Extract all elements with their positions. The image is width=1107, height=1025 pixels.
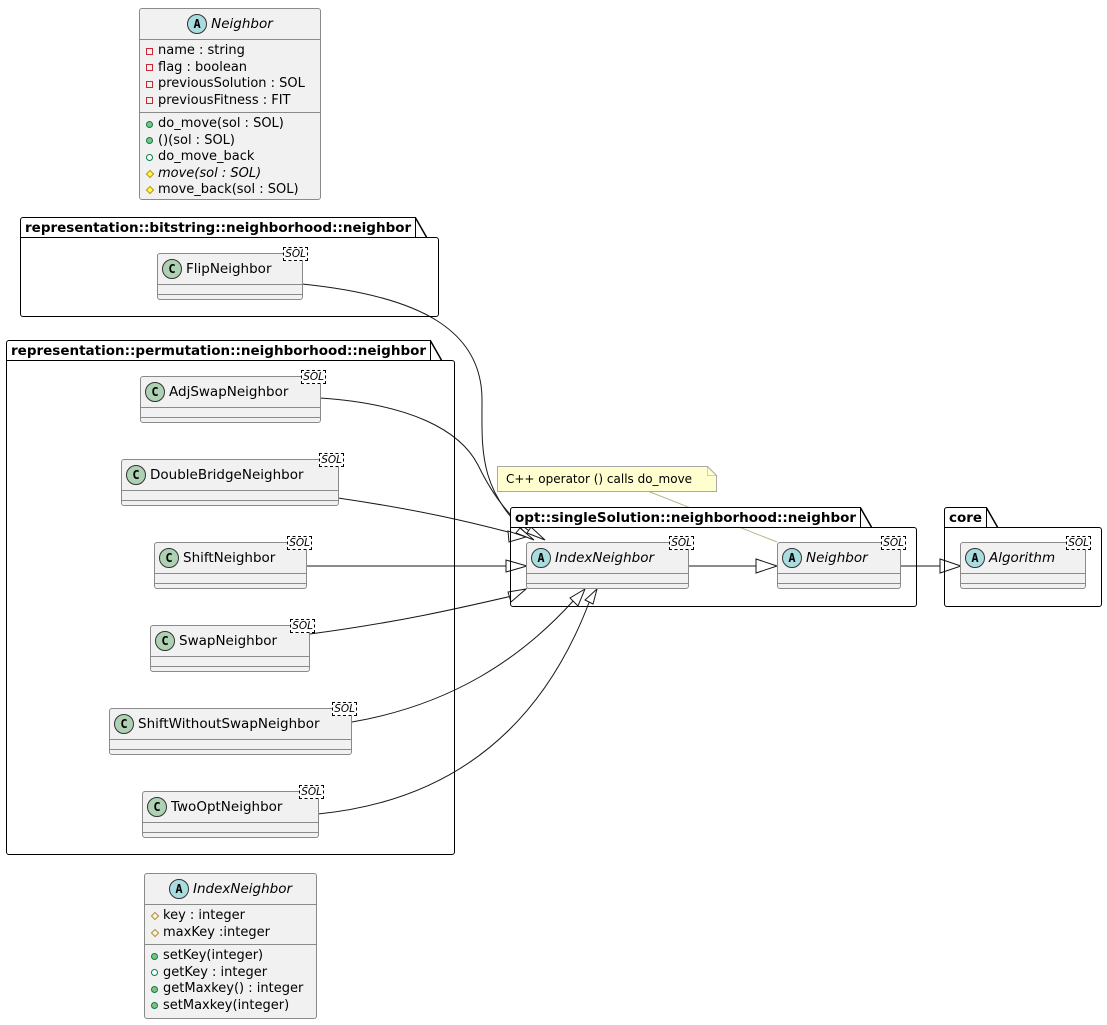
public-field-visibility-icon [151, 969, 158, 977]
class-badge-icon: C [145, 382, 165, 402]
private-visibility-icon [146, 97, 153, 105]
method: getMaxkey() : integer [151, 981, 316, 998]
template-parameter: SOL [299, 785, 324, 799]
abstract-badge-icon: A [187, 14, 208, 34]
abstract-badge-icon: A [965, 548, 985, 568]
public-visibility-icon [146, 137, 153, 145]
class-neighbor[interactable]: A Neighbor SOL [777, 536, 906, 589]
private-visibility-icon [146, 47, 153, 55]
template-parameter: SOL [332, 702, 357, 716]
class-badge-icon: C [155, 631, 175, 651]
public-visibility-icon [146, 120, 153, 128]
template-parameter: SOL [881, 536, 906, 550]
class-adjswap-neighbor[interactable]: C AdjSwapNeighbor SOL [140, 370, 326, 423]
method: setMaxkey(integer) [151, 998, 316, 1015]
legend-class-neighbor: A Neighbor name : string flag : boolean … [139, 8, 321, 200]
package-title: representation::bitstring::neighborhood:… [20, 217, 428, 238]
template-parameter: SOL [283, 247, 308, 261]
attribute: previousFitness : FIT [146, 93, 320, 110]
attribute: flag : boolean [146, 60, 320, 77]
class-name: AdjSwapNeighbor [169, 384, 289, 400]
method: do_move(sol : SOL) [146, 116, 320, 133]
class-twoopt-neighbor[interactable]: C TwoOptNeighbor SOL [142, 785, 324, 838]
template-parameter: SOL [290, 619, 315, 633]
class-doublebridge-neighbor[interactable]: C DoubleBridgeNeighbor SOL [121, 453, 344, 506]
class-name: ShiftWithoutSwapNeighbor [138, 716, 320, 732]
method: move(sol : SOL) [145, 166, 320, 183]
attribute: name : string [146, 43, 320, 60]
method: move_back(sol : SOL) [145, 182, 320, 199]
class-badge-icon: C [126, 465, 146, 485]
abstract-badge-icon: A [782, 548, 802, 568]
public-visibility-icon [151, 952, 158, 960]
legend-class-index-neighbor: A IndexNeighbor key : integer maxKey :in… [144, 873, 317, 1019]
note: C++ operator () calls do_move [497, 466, 717, 492]
attribute: key : integer [150, 908, 316, 925]
abstract-badge-icon: A [168, 879, 189, 899]
class-name: Neighbor [806, 550, 868, 566]
class-name: TwoOptNeighbor [171, 799, 283, 815]
class-badge-icon: C [162, 259, 182, 279]
methods-section: setKey(integer) getKey : integer getMaxk… [145, 944, 316, 1017]
public-visibility-icon [151, 985, 158, 993]
methods-section: do_move(sol : SOL) ()(sol : SOL) do_move… [140, 112, 320, 202]
class-flip-neighbor[interactable]: C FlipNeighbor SOL [157, 247, 308, 300]
method: ()(sol : SOL) [146, 133, 320, 150]
template-parameter: SOL [287, 536, 312, 550]
private-visibility-icon [146, 80, 153, 88]
attributes-section: name : string flag : boolean previousSol… [140, 39, 320, 112]
template-parameter: SOL [319, 453, 344, 467]
public-visibility-icon [151, 1002, 158, 1010]
attribute: maxKey :integer [150, 925, 316, 942]
class-badge-icon: C [114, 714, 134, 734]
class-name: FlipNeighbor [186, 261, 272, 277]
package-title: opt::singleSolution::neighborhood::neigh… [510, 507, 873, 528]
package-title: core [944, 507, 999, 528]
template-parameter: SOL [669, 536, 694, 550]
protected-visibility-icon [145, 186, 155, 195]
class-shiftwithoutswap-neighbor[interactable]: C ShiftWithoutSwapNeighbor SOL [109, 702, 357, 755]
class-algorithm[interactable]: A Algorithm SOL [960, 536, 1091, 589]
class-name: ShiftNeighbor [183, 550, 276, 566]
class-name: DoubleBridgeNeighbor [150, 467, 304, 483]
protected-visibility-icon [150, 928, 160, 937]
attribute: previousSolution : SOL [146, 76, 320, 93]
class-swap-neighbor[interactable]: C SwapNeighbor SOL [150, 619, 315, 672]
template-parameter: SOL [1066, 536, 1091, 550]
class-name: Neighbor [211, 16, 273, 32]
class-name: IndexNeighbor [555, 550, 655, 566]
package-title: representation::permutation::neighborhoo… [6, 340, 443, 361]
note-fold-icon [707, 466, 717, 476]
method: getKey : integer [151, 965, 316, 982]
class-badge-icon: C [159, 548, 179, 568]
class-name: Algorithm [989, 550, 1056, 566]
template-parameter: SOL [301, 370, 326, 384]
public-field-visibility-icon [146, 153, 153, 161]
class-name: IndexNeighbor [192, 881, 293, 897]
class-shift-neighbor[interactable]: C ShiftNeighbor SOL [154, 536, 312, 589]
protected-visibility-icon [145, 169, 155, 178]
private-visibility-icon [146, 64, 153, 72]
attributes-section: key : integer maxKey :integer [145, 904, 316, 944]
class-index-neighbor[interactable]: A IndexNeighbor SOL [526, 536, 694, 589]
protected-visibility-icon [150, 912, 160, 921]
class-badge-icon: C [147, 797, 167, 817]
method: do_move_back [146, 149, 320, 166]
abstract-badge-icon: A [531, 548, 551, 568]
class-name: SwapNeighbor [179, 633, 278, 649]
method: setKey(integer) [151, 948, 316, 965]
